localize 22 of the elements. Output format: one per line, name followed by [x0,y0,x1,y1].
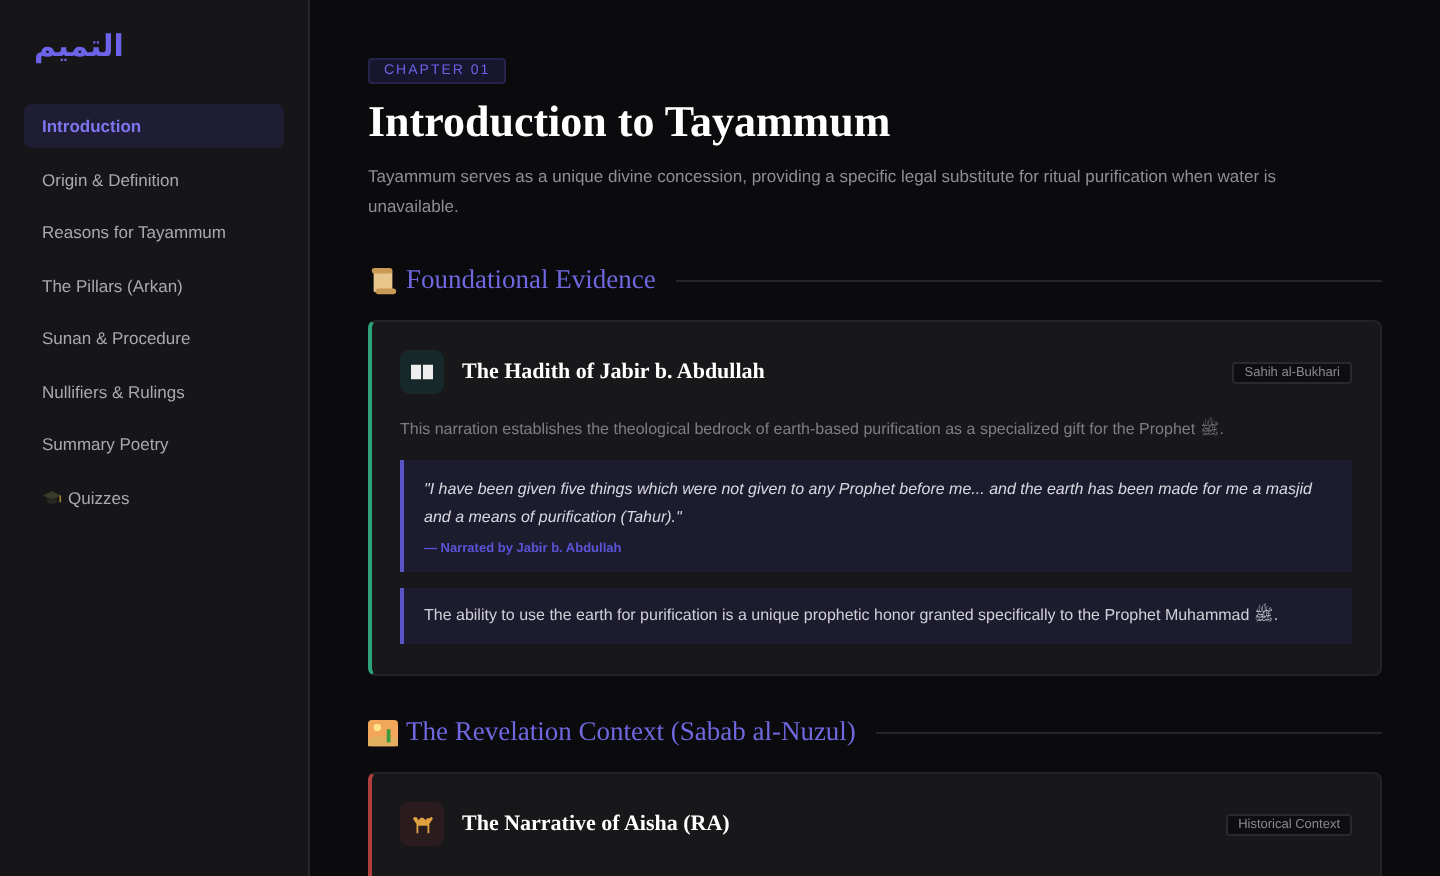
note-text: The ability to use the earth for purification is a unique prophetic honor granted specifically to the Prophet Muhammad ﷺ. [400,588,1352,644]
desert-icon [368,717,398,747]
sidebar-item[interactable]: Introduction [24,104,284,148]
sidebar-item[interactable]: Sunan & Procedure [24,316,284,360]
card-title: The Hadith of Jabir b. Abdullah [462,360,767,384]
logo: التميم [32,28,126,64]
sidebar-item[interactable]: Reasons for Tayammum [24,210,284,254]
intro-text: Tayammum serves as a unique divine concession, providing a specific legal substitute for ritual purification when water is unavailable. [368,164,1279,220]
quote-text: "I have been given five things which were not given to any Prophet before me... and the earth has been made for me a masjid and a means of purification (Tahur)." [424,478,1314,530]
sidebar-item[interactable]: Quizzes [24,475,284,519]
sidebar-item[interactable]: Nullifiers & Rulings [24,369,284,413]
section-heading: The Revelation Context (Sabab al-Nuzul) [406,716,856,748]
book-icon [400,350,444,394]
section-heading: Foundational Evidence [406,264,656,296]
page-title: Introduction to Tayammum [368,96,893,148]
sidebar-item[interactable]: Summary Poetry [24,422,284,466]
sidebar-item[interactable]: The Pillars (Arkan) [24,263,284,307]
sidebar-item[interactable]: Origin & Definition [24,157,284,201]
graduation-cap-icon [42,487,62,507]
card-title: The Narrative of Aisha (RA) [462,812,732,836]
card-text: This narration establishes the theological bedrock of earth-based purification as a specialized gift for the Prophet ﷺ. [400,418,1227,442]
scroll-icon [368,265,398,295]
